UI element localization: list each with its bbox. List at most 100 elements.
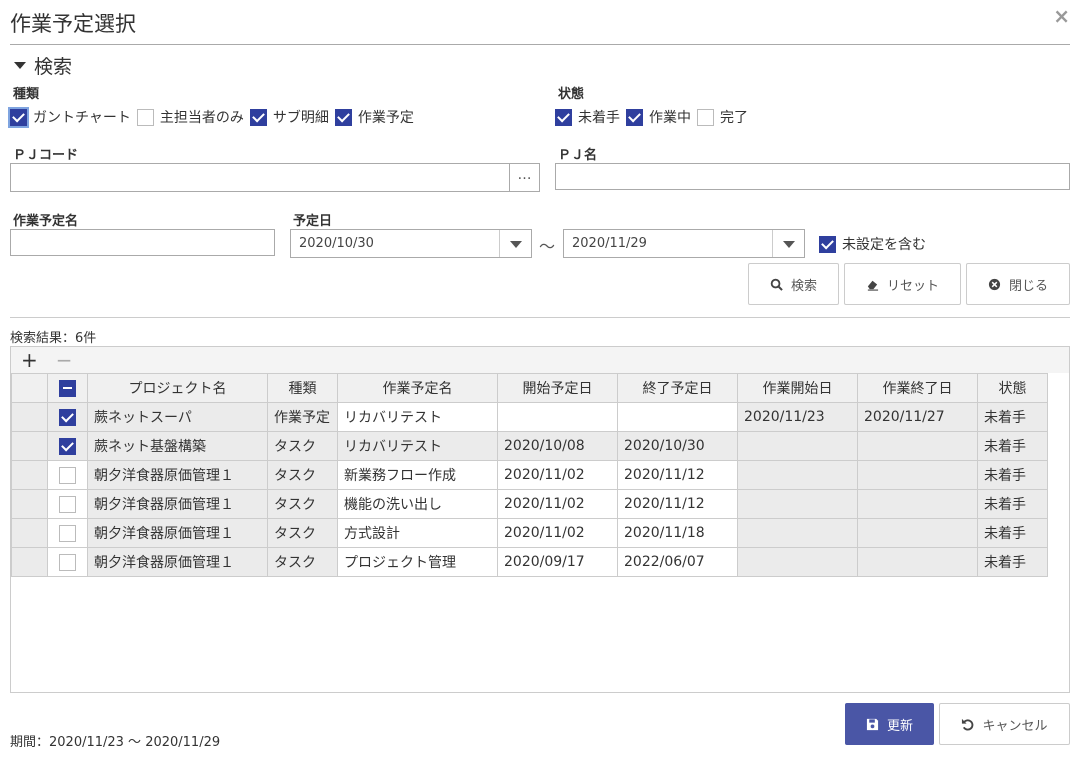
cell-end-plan[interactable]: 2020/11/12 [617, 489, 738, 519]
row-header[interactable] [11, 547, 48, 577]
row-checkbox[interactable] [59, 408, 76, 426]
include-unset-option[interactable]: 未設定を含む [819, 234, 932, 254]
cell-work-end[interactable] [857, 431, 978, 461]
cell-task[interactable]: 方式設計 [337, 518, 498, 548]
reset-button[interactable]: リセット [844, 263, 961, 305]
date-to-picker[interactable]: 2020/11/29 [563, 229, 805, 258]
cell-work-start[interactable] [737, 431, 858, 461]
pj-code-input[interactable]: … [10, 163, 540, 192]
search-button[interactable]: 検索 [748, 263, 839, 305]
cell-status[interactable]: 未着手 [977, 402, 1048, 432]
row-header[interactable] [11, 489, 48, 519]
cell-work-end[interactable] [857, 518, 978, 548]
add-row-icon[interactable]: + [21, 348, 38, 372]
row-checkbox[interactable] [59, 495, 76, 513]
cell-status[interactable]: 未着手 [977, 547, 1048, 577]
cell-start-plan[interactable]: 2020/11/02 [497, 518, 618, 548]
cell-project[interactable]: 朝夕洋食器原価管理１ [87, 460, 268, 490]
cell-work-end[interactable] [857, 547, 978, 577]
cell-status[interactable]: 未着手 [977, 489, 1048, 519]
row-checkbox[interactable] [59, 553, 76, 571]
table-row[interactable]: 朝夕洋食器原価管理１ タスク 新業務フロー作成 2020/11/02 2020/… [11, 460, 1048, 490]
cell-project[interactable]: 朝夕洋食器原価管理１ [87, 489, 268, 519]
row-header[interactable] [11, 402, 48, 432]
cell-work-end[interactable] [857, 489, 978, 519]
pj-name-input[interactable] [555, 163, 1070, 190]
cell-work-end[interactable] [857, 460, 978, 490]
update-button[interactable]: 更新 [845, 703, 934, 745]
cell-work-start[interactable] [737, 489, 858, 519]
cell-start-plan[interactable] [497, 402, 618, 432]
kind-option-main-only[interactable]: 主担当者のみ [136, 107, 244, 127]
status-option-in-progress[interactable]: 作業中 [626, 107, 691, 127]
kind-option-task-plan[interactable]: 作業予定 [334, 107, 414, 127]
cell-end-plan[interactable]: 2020/11/18 [617, 518, 738, 548]
task-name-input[interactable] [10, 229, 275, 256]
cancel-button[interactable]: キャンセル [939, 703, 1070, 745]
cell-work-end[interactable]: 2020/11/27 [857, 402, 978, 432]
column-header[interactable]: 開始予定日 [497, 373, 618, 403]
cell-start-plan[interactable]: 2020/10/08 [497, 431, 618, 461]
checkbox[interactable] [626, 108, 643, 126]
cell-project[interactable]: 朝夕洋食器原価管理１ [87, 518, 268, 548]
cell-task[interactable]: リカバリテスト [337, 402, 498, 432]
cell-kind[interactable]: タスク [267, 518, 338, 548]
table-row[interactable]: 朝夕洋食器原価管理１ タスク 機能の洗い出し 2020/11/02 2020/1… [11, 489, 1048, 519]
cell-kind[interactable]: タスク [267, 431, 338, 461]
table-row[interactable]: 蕨ネット基盤構築 タスク リカバリテスト 2020/10/08 2020/10/… [11, 431, 1048, 461]
column-header[interactable]: 種類 [267, 373, 338, 403]
cell-end-plan[interactable]: 2022/06/07 [617, 547, 738, 577]
cell-status[interactable]: 未着手 [977, 518, 1048, 548]
dropdown-arrow-icon[interactable] [499, 230, 531, 257]
close-button[interactable]: 閉じる [966, 263, 1070, 305]
cell-status[interactable]: 未着手 [977, 431, 1048, 461]
cell-work-start[interactable] [737, 518, 858, 548]
kind-option-gantt[interactable]: ガントチャート [8, 106, 131, 128]
cell-end-plan[interactable]: 2020/11/12 [617, 460, 738, 490]
cell-start-plan[interactable]: 2020/09/17 [497, 547, 618, 577]
column-header[interactable]: プロジェクト名 [87, 373, 268, 403]
row-checkbox[interactable] [59, 466, 76, 484]
row-header[interactable] [11, 518, 48, 548]
column-header[interactable]: 状態 [977, 373, 1048, 403]
cell-start-plan[interactable]: 2020/11/02 [497, 460, 618, 490]
checkbox[interactable] [136, 108, 154, 126]
select-all-checkbox[interactable] [59, 379, 76, 397]
cell-end-plan[interactable]: 2020/10/30 [617, 431, 738, 461]
row-header[interactable] [11, 431, 48, 461]
row-select-cell[interactable] [47, 518, 88, 548]
close-icon[interactable]: × [1053, 4, 1070, 28]
cell-start-plan[interactable]: 2020/11/02 [497, 489, 618, 519]
cell-project[interactable]: 朝夕洋食器原価管理１ [87, 547, 268, 577]
checkbox[interactable] [697, 108, 714, 126]
cell-task[interactable]: 機能の洗い出し [337, 489, 498, 519]
row-header[interactable] [11, 460, 48, 490]
status-option-not-started[interactable]: 未着手 [555, 107, 620, 127]
cell-project[interactable]: 蕨ネット基盤構築 [87, 431, 268, 461]
row-checkbox[interactable] [59, 524, 76, 542]
cell-project[interactable]: 蕨ネットスーパ [87, 402, 268, 432]
dropdown-arrow-icon[interactable] [772, 230, 804, 257]
checkbox[interactable] [555, 108, 572, 126]
row-select-cell[interactable] [47, 460, 88, 490]
row-select-cell[interactable] [47, 431, 88, 461]
cell-work-start[interactable]: 2020/11/23 [737, 402, 858, 432]
select-all-header[interactable] [47, 373, 88, 403]
checkbox[interactable] [334, 108, 352, 126]
table-row[interactable]: 朝夕洋食器原価管理１ タスク プロジェクト管理 2020/09/17 2022/… [11, 547, 1048, 577]
column-header[interactable]: 作業終了日 [857, 373, 978, 403]
cell-task[interactable]: プロジェクト管理 [337, 547, 498, 577]
row-select-cell[interactable] [47, 547, 88, 577]
status-option-done[interactable]: 完了 [697, 107, 748, 127]
cell-work-start[interactable] [737, 460, 858, 490]
cell-task[interactable]: リカバリテスト [337, 431, 498, 461]
remove-row-icon[interactable]: − [56, 348, 73, 372]
cell-kind[interactable]: タスク [267, 489, 338, 519]
checkbox[interactable] [819, 235, 836, 253]
row-select-cell[interactable] [47, 489, 88, 519]
cell-status[interactable]: 未着手 [977, 460, 1048, 490]
table-row[interactable]: 蕨ネットスーパ 作業予定 リカバリテスト 2020/11/23 2020/11/… [11, 402, 1048, 432]
row-select-cell[interactable] [47, 402, 88, 432]
checkbox[interactable] [8, 106, 29, 128]
cell-kind[interactable]: タスク [267, 547, 338, 577]
